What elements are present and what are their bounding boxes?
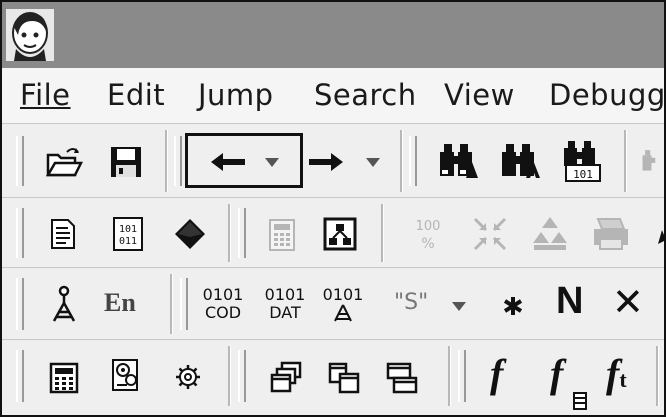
cascade-windows-icon[interactable] xyxy=(264,356,308,400)
diamond-icon[interactable] xyxy=(170,214,210,254)
hex-bottom-text: 011 xyxy=(119,236,137,247)
string-button[interactable]: "S" xyxy=(394,290,428,315)
toolbar-separator xyxy=(448,346,451,406)
menu-search-label: Search xyxy=(314,78,417,112)
menu-bar: File Edit Jump Search View Debugger xyxy=(2,68,664,123)
collapse-disabled-icon xyxy=(468,212,512,256)
enum-label: En xyxy=(104,288,136,317)
code-label-text: COD xyxy=(204,303,242,322)
menu-view-label: View xyxy=(444,78,515,112)
menu-debugger-label: Debugger xyxy=(549,78,666,112)
binoculars-code-icon[interactable] xyxy=(496,140,544,182)
data-button[interactable]: 0101 DAT xyxy=(262,286,308,322)
toolbar-functions: f f ft xyxy=(2,339,664,415)
menu-file-label: File xyxy=(20,78,71,112)
function-frame-button[interactable]: f xyxy=(550,350,587,410)
app-logo-icon xyxy=(6,9,54,61)
percent-bottom-text: % xyxy=(421,236,434,252)
toolbar-separator xyxy=(165,130,168,192)
back-arrow-icon[interactable] xyxy=(207,148,249,176)
calculator-disabled-icon xyxy=(264,216,300,254)
toolbar-grip[interactable] xyxy=(238,350,246,402)
save-disk-icon[interactable] xyxy=(106,144,146,180)
percent-top-text: 100 xyxy=(416,219,441,234)
toolbar-separator xyxy=(400,130,403,192)
tile-horizontal-icon[interactable] xyxy=(380,356,424,400)
hex-view-icon[interactable]: 101 011 xyxy=(108,214,148,254)
toolbar-separator xyxy=(228,346,231,406)
menu-jump-label: Jump xyxy=(198,78,274,112)
struct-bits-text: 0101 xyxy=(322,285,364,304)
hex-top-text: 101 xyxy=(119,224,137,235)
title-bar xyxy=(2,2,664,68)
open-folder-icon[interactable] xyxy=(44,144,84,180)
toolbar-file-nav: 101 xyxy=(2,123,664,198)
tile-vertical-icon[interactable] xyxy=(322,356,366,400)
undefine-asterisk-icon[interactable] xyxy=(498,292,528,320)
toolbar-views: 101 011 100 % xyxy=(2,197,664,268)
script-file-icon[interactable] xyxy=(106,354,146,398)
string-label: "S" xyxy=(394,290,429,315)
function-tail-label: f xyxy=(606,351,620,396)
forward-arrow-icon[interactable] xyxy=(305,148,347,176)
frame-stack-icon xyxy=(572,374,588,415)
toolbar-separator xyxy=(381,204,384,262)
binoculars-binary-icon[interactable]: 101 xyxy=(558,138,608,184)
menu-search[interactable]: Search xyxy=(314,78,417,112)
delete-label: ✕ xyxy=(612,280,644,324)
toolbar-grip[interactable] xyxy=(238,208,246,258)
toolbar-grip[interactable] xyxy=(16,208,24,258)
struct-var-icon xyxy=(320,304,366,326)
toolbar-grip[interactable] xyxy=(16,136,24,186)
tree-disabled-icon xyxy=(528,212,572,256)
menu-edit-label: Edit xyxy=(107,78,166,112)
graph-icon[interactable] xyxy=(320,214,360,254)
app-window: File Edit Jump Search View Debugger xyxy=(0,0,666,417)
function-button[interactable]: f xyxy=(490,350,503,397)
menu-edit[interactable]: Edit xyxy=(107,78,165,112)
partial-toolbar-icon xyxy=(652,222,664,252)
toolbar-grip[interactable] xyxy=(409,136,417,186)
toolbar-grip[interactable] xyxy=(16,350,24,402)
code-button[interactable]: 0101 COD xyxy=(200,286,246,322)
string-dropdown-icon[interactable] xyxy=(448,298,470,314)
struct-var-button[interactable]: 0101 xyxy=(320,286,366,326)
enum-button[interactable]: En xyxy=(104,288,136,318)
menu-jump[interactable]: Jump xyxy=(198,78,274,112)
toolbar-separator xyxy=(656,346,659,406)
forward-dropdown-icon[interactable] xyxy=(362,154,384,170)
toolbar-separator xyxy=(624,130,627,192)
text-view-icon[interactable] xyxy=(46,216,80,252)
struct-tree-icon[interactable] xyxy=(44,284,84,326)
gear-icon[interactable] xyxy=(170,358,206,396)
menu-view[interactable]: View xyxy=(444,78,515,112)
rename-button[interactable]: N xyxy=(556,280,583,323)
function-tail-sub: t xyxy=(619,367,627,392)
delete-button[interactable]: ✕ xyxy=(612,280,644,324)
toolbar-separator xyxy=(170,274,173,334)
calculator-icon[interactable] xyxy=(44,358,84,398)
toolbar-data-types: En 0101 COD 0101 DAT 0101 "S" N ✕ xyxy=(2,267,664,340)
binoculars-text-icon[interactable] xyxy=(434,140,482,182)
data-label-text: DAT xyxy=(269,303,301,322)
rename-label: N xyxy=(556,280,584,322)
function-label: f xyxy=(490,351,504,396)
back-dropdown-icon[interactable] xyxy=(261,154,283,170)
menu-file[interactable]: File xyxy=(20,78,71,112)
toolbar-grip[interactable] xyxy=(180,278,188,330)
menu-debugger[interactable]: Debugger xyxy=(549,78,666,112)
function-tail-button[interactable]: ft xyxy=(606,350,627,397)
svg-text:101: 101 xyxy=(573,168,593,181)
printer-disabled-icon xyxy=(588,212,634,256)
percent-disabled-icon: 100 % xyxy=(406,212,450,256)
function-frame-label: f xyxy=(550,351,564,396)
code-bits-text: 0101 xyxy=(202,285,244,304)
binoculars-disabled-icon xyxy=(640,140,664,182)
toolbar-grip[interactable] xyxy=(16,278,24,330)
toolbar-grip[interactable] xyxy=(458,350,466,402)
toolbar-separator xyxy=(228,204,231,262)
data-bits-text: 0101 xyxy=(264,285,306,304)
toolbar-grip[interactable] xyxy=(174,136,182,186)
